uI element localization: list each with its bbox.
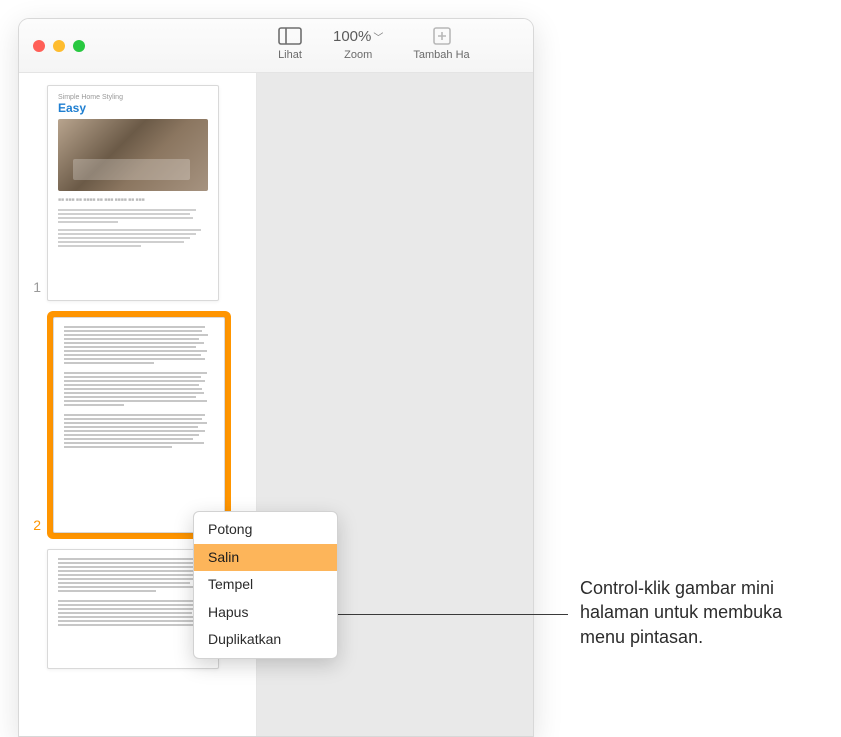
thumb-photo-icon (58, 119, 208, 191)
thumb-heading-small: Simple Home Styling (58, 94, 208, 101)
zoom-value-display: 100% ﹀ (333, 25, 383, 47)
thumb-placeholder-text (58, 558, 208, 592)
sidebar-view-icon (277, 25, 303, 47)
fullscreen-window-button[interactable] (73, 40, 85, 52)
chevron-down-icon: ﹀ (373, 29, 383, 44)
zoom-value: 100% (333, 28, 371, 45)
context-menu-paste[interactable]: Tempel (194, 571, 337, 599)
window-controls (33, 40, 85, 52)
thumb-placeholder-text (58, 229, 208, 247)
thumb-heading-large: Easy (58, 101, 208, 115)
view-button[interactable]: Lihat (277, 25, 303, 61)
page-thumbnail-2[interactable] (53, 317, 225, 533)
toolbar: Lihat 100% ﹀ Zoom Tambah Ha (277, 25, 470, 61)
thumb-caption: ■■ ■■■ ■■ ■■■■ ■■ ■■■ ■■■■ ■■ ■■■ (58, 197, 208, 203)
page-number-1: 1 (23, 279, 47, 301)
add-page-label: Tambah Ha (413, 49, 469, 61)
minimize-window-button[interactable] (53, 40, 65, 52)
thumb-wrap: Simple Home Styling Easy ■■ ■■■ ■■ ■■■■ … (47, 85, 219, 301)
titlebar: Lihat 100% ﹀ Zoom Tambah Ha (19, 19, 533, 73)
view-label: Lihat (278, 49, 302, 61)
add-page-button[interactable]: Tambah Ha (413, 25, 469, 61)
page-number-3 (23, 663, 47, 669)
context-menu-copy[interactable]: Salin (194, 544, 337, 572)
context-menu-cut[interactable]: Potong (194, 516, 337, 544)
thumb-placeholder-text (64, 414, 214, 448)
thumb-placeholder-text (58, 209, 208, 223)
context-menu-delete[interactable]: Hapus (194, 599, 337, 627)
thumb-selection-highlight (47, 311, 231, 539)
context-menu-duplicate[interactable]: Duplikatkan (194, 626, 337, 654)
zoom-label: Zoom (344, 49, 372, 61)
close-window-button[interactable] (33, 40, 45, 52)
callout-text: Control-klik gambar mini halaman untuk m… (580, 576, 810, 649)
page-number-2: 2 (23, 517, 47, 539)
zoom-button[interactable]: 100% ﹀ Zoom (333, 25, 383, 61)
plus-icon (429, 25, 455, 47)
page-thumbnail-1[interactable]: Simple Home Styling Easy ■■ ■■■ ■■ ■■■■ … (47, 85, 219, 301)
thumbnail-row-2-selected[interactable]: 2 (23, 311, 248, 539)
thumb-placeholder-text (64, 326, 214, 364)
context-menu: Potong Salin Tempel Hapus Duplikatkan (193, 511, 338, 659)
thumb-placeholder-text (64, 372, 214, 406)
thumbnail-row-1[interactable]: 1 Simple Home Styling Easy ■■ ■■■ ■■ ■■■… (23, 85, 248, 301)
thumb-placeholder-text (58, 600, 208, 626)
